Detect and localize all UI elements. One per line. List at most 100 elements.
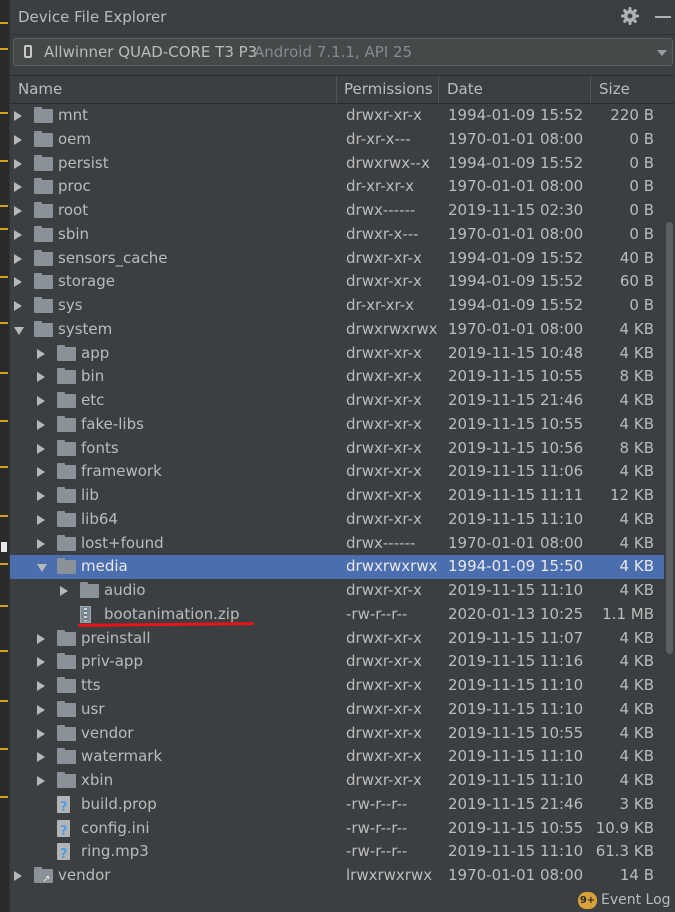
tree-row-folder[interactable]: lib64 drwxr-xr-x 2019-11-15 11:10 4 KB bbox=[10, 508, 664, 532]
expand-closed-icon[interactable] bbox=[37, 752, 45, 763]
tree-row-folder[interactable]: root drwx------ 2019-11-15 02:30 0 B bbox=[10, 199, 664, 223]
expand-closed-icon[interactable] bbox=[14, 111, 22, 121]
expand-closed-icon[interactable] bbox=[37, 681, 45, 691]
tree-row-folder[interactable]: media drwxrwxrwx 1994-01-09 15:50 4 KB bbox=[10, 555, 664, 579]
tree-row-folder[interactable]: persist drwxrwx--x 1994-01-09 15:52 0 B bbox=[10, 152, 664, 176]
expand-closed-icon[interactable] bbox=[37, 538, 45, 549]
expand-open-icon[interactable] bbox=[37, 564, 47, 573]
file-name: sbin bbox=[58, 224, 90, 243]
file-permissions: drwxrwxrwx bbox=[346, 319, 438, 338]
file-permissions: drwxr-xr-x bbox=[346, 747, 422, 766]
file-permissions: drwxr-xr-x bbox=[346, 699, 422, 718]
tree-row-folder[interactable]: priv-app drwxr-xr-x 2019-11-15 11:16 4 KB bbox=[10, 650, 664, 674]
tree-row-folder[interactable]: etc drwxr-xr-x 2019-11-15 21:46 4 KB bbox=[10, 389, 664, 413]
tree-row-folder[interactable]: tts drwxr-xr-x 2019-11-15 11:10 4 KB bbox=[10, 674, 664, 698]
device-selector[interactable]: Allwinner QUAD-CORE T3 P3 Android 7.1.1,… bbox=[13, 38, 673, 66]
expand-closed-icon[interactable] bbox=[37, 491, 45, 501]
file-date: 2019-11-15 11:10 bbox=[448, 842, 584, 861]
tree-row-file[interactable]: ? config.ini -rw-r--r-- 2019-11-15 10:55 10.… bbox=[10, 817, 664, 841]
tree-row-folder[interactable]: usr drwxr-xr-x 2019-11-15 11:10 4 KB bbox=[10, 698, 664, 722]
tree-row-folder[interactable]: lost+found drwx------ 1970-01-01 08:00 4 KB bbox=[10, 532, 664, 556]
tree-row-folder[interactable]: system drwxrwxrwx 1970-01-01 08:00 4 KB bbox=[10, 318, 664, 342]
file-name: build.prop bbox=[81, 794, 157, 813]
tree-row-folder[interactable]: sensors_cache drwxr-xr-x 1994-01-09 15:52 4… bbox=[10, 247, 664, 271]
expand-closed-icon[interactable] bbox=[37, 704, 45, 715]
tree-row-folder[interactable]: xbin drwxr-xr-x 2019-11-15 11:10 4 KB bbox=[10, 769, 664, 793]
expand-closed-icon[interactable] bbox=[37, 776, 45, 786]
folder-icon bbox=[34, 249, 53, 266]
tree-row-folder[interactable]: oem dr-xr-x--- 1970-01-01 08:00 0 B bbox=[10, 128, 664, 152]
tree-row-folder[interactable]: lib drwxr-xr-x 2019-11-15 11:11 12 KB bbox=[10, 484, 664, 508]
expand-closed-icon[interactable] bbox=[37, 419, 45, 430]
tree-row-folder[interactable]: sys dr-xr-xr-x 1994-01-09 15:52 0 B bbox=[10, 294, 664, 318]
column-header-name[interactable]: Name bbox=[18, 80, 62, 98]
folder-icon bbox=[57, 368, 76, 385]
file-date: 2019-11-15 11:11 bbox=[448, 486, 584, 504]
column-divider[interactable] bbox=[336, 76, 337, 103]
file-name: fake-libs bbox=[81, 414, 144, 433]
column-header-date[interactable]: Date bbox=[447, 80, 483, 98]
panel-title: Device File Explorer bbox=[18, 8, 167, 26]
tree-row-folder[interactable]: fake-libs drwxr-xr-x 2019-11-15 10:55 4 KB bbox=[10, 413, 664, 437]
file-name: app bbox=[81, 343, 110, 362]
event-count-badge[interactable]: 9+ bbox=[578, 892, 597, 909]
event-log-button[interactable]: Event Log bbox=[601, 892, 671, 908]
tree-row-folder[interactable]: mnt drwxr-xr-x 1994-01-09 15:52 220 B bbox=[10, 104, 664, 128]
tree-row-file[interactable]: ? build.prop -rw-r--r-- 2019-11-15 21:46 3 K… bbox=[10, 793, 664, 817]
expand-closed-icon[interactable] bbox=[37, 396, 45, 406]
file-name: tts bbox=[81, 676, 101, 694]
expand-closed-icon[interactable] bbox=[14, 871, 22, 881]
expand-closed-icon[interactable] bbox=[14, 301, 22, 311]
folder-icon bbox=[57, 415, 76, 432]
tree-row-folder[interactable]: watermark drwxr-xr-x 2019-11-15 11:10 4 KB bbox=[10, 745, 664, 769]
file-permissions: dr-xr-xr-x bbox=[346, 296, 415, 314]
expand-closed-icon[interactable] bbox=[14, 134, 22, 145]
file-date: 1970-01-01 08:00 bbox=[448, 319, 584, 338]
tree-row-folder[interactable]: bin drwxr-xr-x 2019-11-15 10:55 8 KB bbox=[10, 365, 664, 389]
tree-row-folder[interactable]: app drwxr-xr-x 2019-11-15 10:48 4 KB bbox=[10, 342, 664, 366]
tree-row-folder[interactable]: sbin drwxr-x--- 1970-01-01 08:00 0 B bbox=[10, 223, 664, 247]
expand-closed-icon[interactable] bbox=[60, 586, 68, 596]
tree-row-folder[interactable]: proc dr-xr-xr-x 1970-01-01 08:00 0 B bbox=[10, 175, 664, 199]
expand-closed-icon[interactable] bbox=[37, 372, 45, 383]
minimize-icon[interactable] bbox=[655, 16, 671, 18]
tree-row-folder[interactable]: framework drwxr-xr-x 2019-11-15 11:06 4 KB bbox=[10, 460, 664, 484]
file-date: 2019-11-15 21:46 bbox=[448, 794, 584, 813]
expand-closed-icon[interactable] bbox=[37, 348, 45, 359]
expand-closed-icon[interactable] bbox=[14, 229, 22, 240]
file-size: 4 KB bbox=[619, 391, 654, 409]
tree-row-folder[interactable]: audio drwxr-xr-x 2019-11-15 11:10 4 KB bbox=[10, 579, 664, 603]
file-size: 1.1 MB bbox=[602, 604, 654, 623]
expand-closed-icon[interactable] bbox=[37, 657, 45, 668]
expand-closed-icon[interactable] bbox=[37, 514, 45, 525]
expand-closed-icon[interactable] bbox=[14, 277, 22, 288]
column-header-permissions[interactable]: Permissions bbox=[344, 80, 433, 98]
expand-closed-icon[interactable] bbox=[14, 158, 22, 169]
file-permissions: drwxr-xr-x bbox=[346, 106, 422, 124]
folder-icon bbox=[57, 772, 76, 788]
tree-row-folder[interactable]: storage drwxr-xr-x 1994-01-09 15:52 60 B bbox=[10, 270, 664, 294]
tree-row-folder[interactable]: preinstall drwxr-xr-x 2019-11-15 11:07 4 KB bbox=[10, 627, 664, 651]
scrollbar-thumb[interactable] bbox=[666, 222, 673, 654]
tree-row-file[interactable]: ? ring.mp3 -rw-r--r-- 2019-11-15 11:10 61.3 … bbox=[10, 840, 664, 864]
tree-row-folder[interactable]: ↗ vendor lrwxrwxrwx 1970-01-01 08:00 14 B bbox=[10, 864, 664, 888]
expand-closed-icon[interactable] bbox=[37, 467, 45, 478]
expand-closed-icon[interactable] bbox=[14, 253, 22, 264]
file-name: etc bbox=[81, 391, 105, 409]
folder-icon bbox=[57, 510, 76, 527]
expand-closed-icon[interactable] bbox=[14, 206, 22, 216]
expand-closed-icon[interactable] bbox=[14, 182, 22, 193]
vertical-scrollbar[interactable] bbox=[664, 104, 674, 894]
column-divider[interactable] bbox=[590, 76, 591, 103]
expand-closed-icon[interactable] bbox=[37, 728, 45, 739]
column-header-size[interactable]: Size bbox=[599, 80, 630, 98]
tree-row-folder[interactable]: vendor drwxr-xr-x 2019-11-15 10:55 4 KB bbox=[10, 722, 664, 746]
expand-closed-icon[interactable] bbox=[37, 633, 45, 644]
gear-icon[interactable] bbox=[620, 6, 640, 26]
file-date: 2019-11-15 11:16 bbox=[448, 652, 584, 671]
tree-row-folder[interactable]: fonts drwxr-xr-x 2019-11-15 10:56 8 KB bbox=[10, 437, 664, 461]
expand-closed-icon[interactable] bbox=[37, 443, 45, 454]
tree-row-file[interactable]: bootanimation.zip -rw-r--r-- 2020-01-13 10… bbox=[10, 603, 664, 627]
column-divider[interactable] bbox=[438, 76, 439, 103]
expand-open-icon[interactable] bbox=[14, 326, 24, 335]
